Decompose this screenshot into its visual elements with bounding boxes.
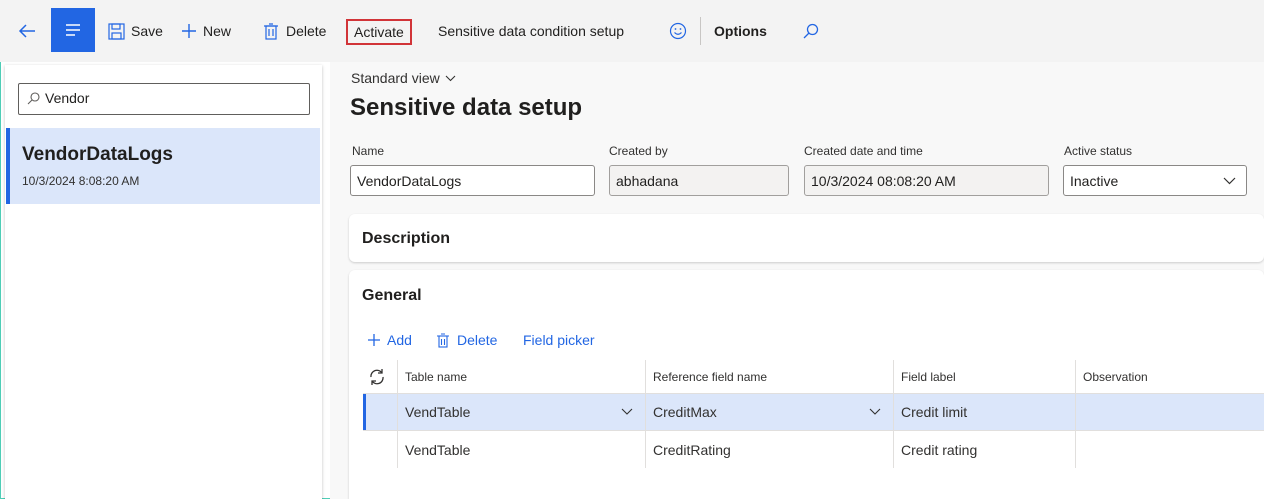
column-divider — [893, 360, 894, 468]
grid-delete-label: Delete — [457, 332, 498, 348]
list-item[interactable]: VendorDataLogs 10/3/2024 8:08:20 AM — [6, 128, 320, 204]
table-cell-observation[interactable] — [1083, 394, 1253, 430]
table-cell-field-label[interactable]: Credit rating — [901, 432, 1071, 468]
save-icon — [108, 22, 125, 40]
refresh-button[interactable] — [368, 360, 394, 394]
grid-add-label: Add — [387, 332, 412, 348]
active-status-value: Inactive — [1070, 172, 1119, 189]
list-item-date: 10/3/2024 8:08:20 AM — [22, 174, 140, 188]
name-value: VendorDataLogs — [357, 172, 462, 189]
chevron-down-icon — [445, 75, 456, 81]
smiley-icon — [669, 22, 687, 40]
trash-icon — [264, 22, 278, 40]
row-divider — [363, 430, 1264, 431]
created-date-value: 10/3/2024 08:08:20 AM — [811, 172, 956, 189]
grid-delete-button[interactable]: Delete — [437, 327, 497, 353]
options-button[interactable]: Options — [714, 18, 767, 44]
column-divider — [645, 360, 646, 468]
nav-menu-button[interactable] — [51, 8, 95, 52]
toolbar-separator — [700, 17, 701, 45]
feedback-button[interactable] — [669, 18, 687, 44]
list-item-title: VendorDataLogs — [22, 144, 173, 165]
cell-value: Credit limit — [901, 404, 968, 420]
column-header-observation[interactable]: Observation — [1083, 360, 1148, 394]
delete-label: Delete — [286, 23, 327, 39]
cell-value: CreditRating — [653, 442, 731, 458]
table-cell-field-label[interactable]: Credit limit — [901, 394, 1071, 430]
active-status-select[interactable]: Inactive — [1063, 165, 1247, 196]
table-cell-reference-field[interactable]: CreditMax — [653, 394, 885, 430]
refresh-icon — [370, 369, 384, 385]
table-cell-table-name[interactable]: VendTable — [405, 432, 637, 468]
activate-label: Activate — [354, 24, 404, 40]
general-title[interactable]: General — [362, 287, 422, 305]
filter-input[interactable]: Vendor — [18, 83, 310, 115]
new-button[interactable]: New — [181, 18, 231, 44]
plus-icon — [368, 334, 380, 346]
cell-value: Credit rating — [901, 442, 978, 458]
column-divider — [397, 360, 398, 468]
row-selection-indicator — [363, 394, 366, 430]
description-title: Description — [362, 230, 451, 247]
created-date-label: Created date and time — [804, 144, 923, 158]
delete-button[interactable]: Delete — [264, 18, 326, 44]
table-cell-observation[interactable] — [1083, 432, 1253, 468]
search-icon — [803, 23, 819, 39]
view-label: Standard view — [351, 70, 440, 86]
new-label: New — [203, 23, 232, 39]
grid-add-button[interactable]: Add — [367, 327, 412, 353]
chevron-down-icon — [1223, 177, 1236, 185]
cell-value: VendTable — [405, 442, 471, 458]
activate-button[interactable]: Activate — [346, 19, 412, 45]
created-date-field: 10/3/2024 08:08:20 AM — [804, 165, 1049, 196]
save-label: Save — [131, 23, 163, 39]
chevron-down-icon[interactable] — [869, 408, 881, 415]
field-picker-button[interactable]: Field picker — [523, 327, 595, 353]
column-divider — [1075, 360, 1076, 468]
created-by-value: abhadana — [616, 172, 679, 189]
table-cell-table-name[interactable]: VendTable — [405, 394, 637, 430]
options-label: Options — [714, 23, 767, 39]
save-button[interactable]: Save — [108, 18, 163, 44]
back-arrow-icon — [18, 24, 35, 38]
created-by-field: abhadana — [609, 165, 789, 196]
field-picker-label: Field picker — [523, 332, 595, 348]
view-selector[interactable]: Standard view — [351, 70, 456, 86]
active-status-label: Active status — [1064, 144, 1133, 158]
trash-icon — [437, 332, 449, 348]
name-field[interactable]: VendorDataLogs — [350, 165, 595, 196]
condition-setup-label: Sensitive data condition setup — [438, 23, 625, 39]
back-button[interactable] — [18, 18, 36, 44]
cell-value: VendTable — [405, 404, 471, 420]
plus-icon — [182, 24, 196, 38]
filter-value: Vendor — [45, 90, 90, 106]
action-pane: Save New Delete Activate Sensitive data … — [0, 0, 1264, 62]
created-by-label: Created by — [609, 144, 668, 158]
hamburger-icon — [66, 24, 80, 36]
column-header-field-label[interactable]: Field label — [901, 360, 956, 394]
page-title: Sensitive data setup — [350, 94, 583, 121]
name-label: Name — [352, 144, 385, 158]
column-header-reference-field[interactable]: Reference field name — [653, 360, 767, 394]
search-icon — [27, 92, 40, 105]
search-button[interactable] — [803, 18, 819, 44]
cell-value: CreditMax — [653, 404, 717, 420]
column-header-table-name[interactable]: Table name — [405, 360, 467, 394]
chevron-down-icon[interactable] — [621, 408, 633, 415]
description-section[interactable]: Description — [349, 214, 1264, 262]
table-cell-reference-field[interactable]: CreditRating — [653, 432, 885, 468]
condition-setup-button[interactable]: Sensitive data condition setup — [438, 18, 624, 44]
